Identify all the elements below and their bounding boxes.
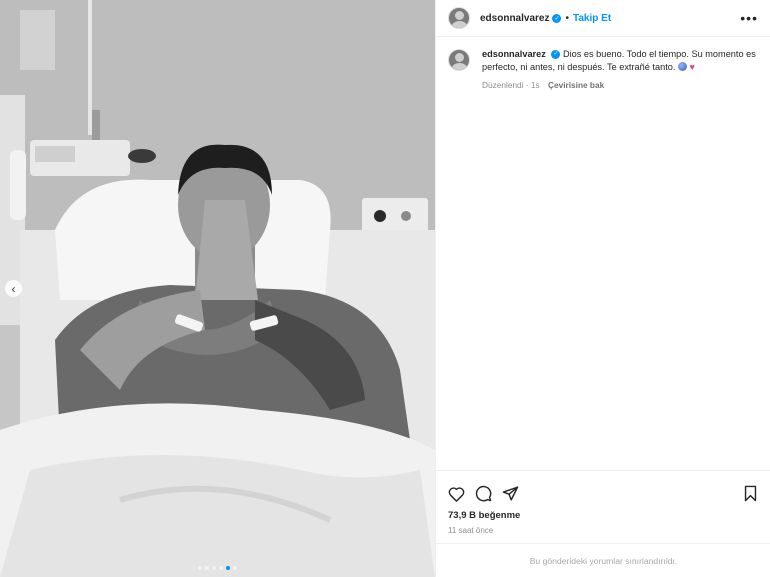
header-username[interactable]: edsonnalvarez [480,13,549,24]
caption-avatar[interactable] [448,49,470,71]
carousel-dot [212,566,216,570]
carousel-dot [198,566,202,570]
heart-icon[interactable] [447,485,465,503]
carousel-dot [219,566,223,570]
verified-badge-icon: ✓ [551,50,561,60]
bookmark-icon[interactable] [741,485,759,503]
share-icon[interactable] [501,485,519,503]
comments-limited-notice: Bu gönderideki yorumlar sınırlandırıldı. [436,543,770,577]
post-actions-section: 73,9 B beğenme 11 saat önce [436,470,770,535]
comment-icon[interactable] [474,485,492,503]
carousel-dots [198,566,237,570]
carousel-dot-active [226,566,230,570]
more-options-icon[interactable]: ••• [740,11,758,25]
heart-emoji-icon: ♥ [689,62,695,72]
edited-label: Düzenlendi · 1s [482,80,540,90]
header-separator: • [565,12,569,24]
caption-username[interactable]: edsonnalvarez [482,49,546,59]
caption-body: edsonnalvarez ✓ Dios es bueno. Todo el t… [482,48,758,92]
post-side-panel: edsonnalvarez ✓ • Takip Et ••• edsonnalv… [435,0,770,577]
carousel-prev-button[interactable]: ‹ [5,280,22,297]
verified-badge-icon: ✓ [552,13,562,23]
caption-meta: Düzenlendi · 1s Çevirisine bak [482,79,758,92]
carousel-dot [233,566,237,570]
post-time[interactable]: 11 saat önce [436,521,770,535]
globe-emoji-icon [677,62,687,71]
carousel-dot [205,566,209,570]
post-caption: edsonnalvarez ✓ Dios es bueno. Todo el t… [436,37,770,92]
likes-count[interactable]: 73,9 B beğenme [436,507,770,521]
follow-button[interactable]: Takip Et [573,13,611,24]
avatar[interactable] [448,7,470,29]
hospital-photo-illustration [0,0,435,577]
post-header: edsonnalvarez ✓ • Takip Et ••• [436,0,770,37]
translate-link[interactable]: Çevirisine bak [548,80,604,90]
post-photo[interactable]: ‹ [0,0,435,577]
action-bar [436,471,770,507]
